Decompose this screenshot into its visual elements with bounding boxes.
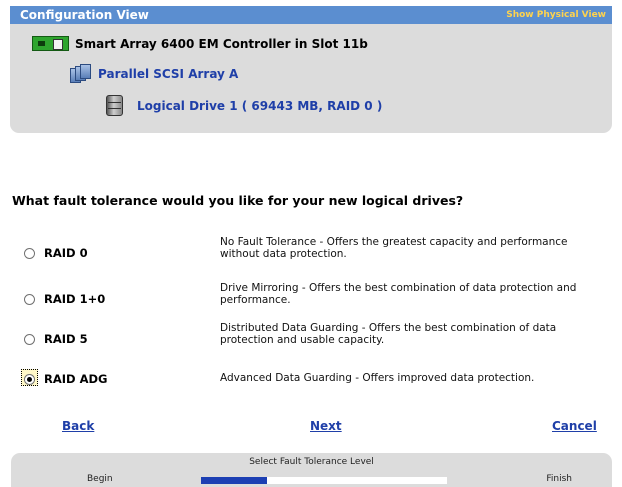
option-label: RAID 1+0 bbox=[44, 292, 106, 306]
radio-raid-0[interactable]: RAID 0 bbox=[24, 246, 88, 260]
radio-button-selected-icon[interactable] bbox=[24, 373, 35, 385]
option-label: RAID 5 bbox=[44, 332, 88, 346]
radio-raid-adg[interactable]: RAID ADG bbox=[21, 369, 108, 386]
controller-label: Smart Array 6400 EM Controller in Slot 1… bbox=[75, 36, 368, 51]
fault-tolerance-question: What fault tolerance would you like for … bbox=[12, 193, 464, 208]
progress-bar bbox=[201, 477, 447, 484]
cancel-button[interactable]: Cancel bbox=[552, 419, 597, 433]
option-label: RAID 0 bbox=[44, 246, 88, 260]
tree-item-logical-drive[interactable]: Logical Drive 1 ( 69443 MB, RAID 0 ) bbox=[106, 95, 382, 116]
tree-item-array[interactable]: Parallel SCSI Array A bbox=[70, 64, 238, 84]
progress-begin-label: Begin bbox=[87, 474, 113, 484]
back-button[interactable]: Back bbox=[62, 419, 94, 433]
option-raid-adg[interactable]: RAID ADG Advanced Data Guarding - Offers… bbox=[21, 362, 604, 402]
progress-finish-label: Finish bbox=[546, 474, 572, 484]
radio-button-icon[interactable] bbox=[24, 247, 35, 259]
radio-button-icon[interactable] bbox=[24, 293, 35, 305]
array-label: Parallel SCSI Array A bbox=[98, 67, 239, 81]
next-button[interactable]: Next bbox=[310, 419, 342, 433]
radio-raid-1-0[interactable]: RAID 1+0 bbox=[24, 292, 105, 306]
controller-card-icon bbox=[32, 36, 69, 51]
option-label: RAID ADG bbox=[44, 372, 108, 386]
radio-raid-5[interactable]: RAID 5 bbox=[24, 332, 88, 346]
tree-item-controller[interactable]: Smart Array 6400 EM Controller in Slot 1… bbox=[32, 36, 368, 51]
option-raid-0[interactable]: RAID 0 No Fault Tolerance - Offers the g… bbox=[24, 236, 604, 276]
configuration-view-title: Configuration View bbox=[20, 8, 149, 22]
configuration-view-panel: Configuration View Show Physical View Sm… bbox=[10, 6, 612, 133]
option-raid-1-0[interactable]: RAID 1+0 Drive Mirroring - Offers the be… bbox=[24, 282, 604, 322]
radio-button-icon[interactable] bbox=[24, 333, 35, 345]
option-description: Distributed Data Guarding - Offers the b… bbox=[220, 322, 557, 346]
logical-drive-label: Logical Drive 1 ( 69443 MB, RAID 0 ) bbox=[137, 98, 383, 113]
show-physical-view-link[interactable]: Show Physical View bbox=[506, 10, 606, 20]
option-description: Drive Mirroring - Offers the best combin… bbox=[220, 282, 577, 306]
wizard-progress-panel: Select Fault Tolerance Level Begin Finis… bbox=[11, 453, 612, 487]
logical-drive-icon bbox=[106, 95, 123, 116]
progress-bar-fill bbox=[201, 477, 268, 484]
option-raid-5[interactable]: RAID 5 Distributed Data Guarding - Offer… bbox=[24, 322, 604, 362]
option-description: No Fault Tolerance - Offers the greatest… bbox=[220, 236, 568, 260]
configuration-view-header: Configuration View Show Physical View bbox=[10, 6, 612, 24]
option-description: Advanced Data Guarding - Offers improved… bbox=[220, 372, 535, 384]
progress-step-title: Select Fault Tolerance Level bbox=[249, 457, 374, 467]
disk-array-icon bbox=[70, 64, 92, 84]
